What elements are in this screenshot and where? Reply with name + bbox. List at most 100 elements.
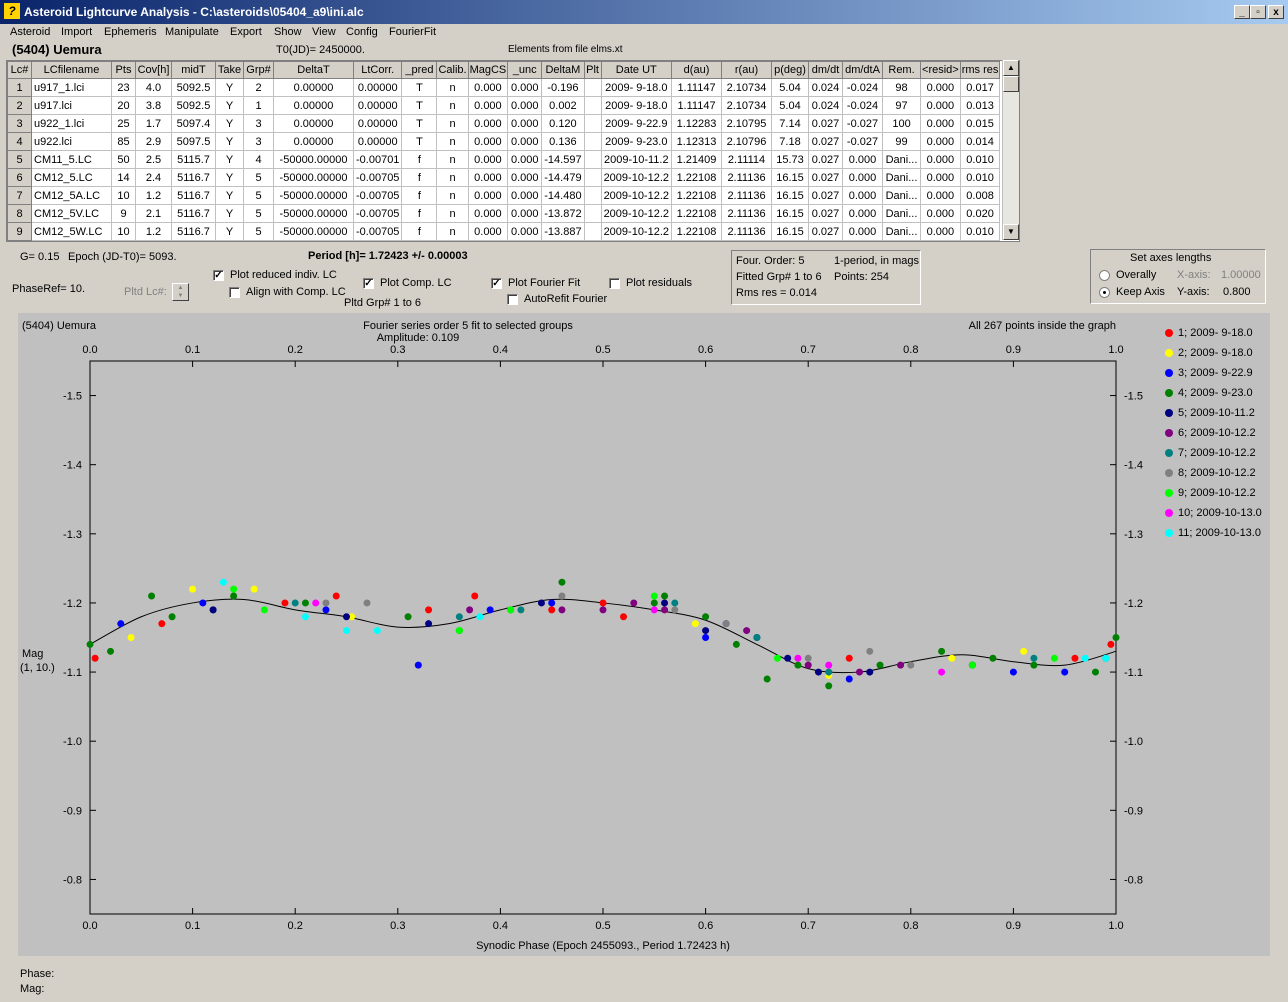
table-cell[interactable]: 0.000 — [467, 222, 509, 241]
table-cell[interactable]: 0.014 — [959, 132, 1001, 151]
table-cell[interactable]: 1.2 — [135, 186, 172, 205]
table-cell[interactable]: 0.000 — [920, 186, 961, 205]
menu-ephemeris[interactable]: Ephemeris — [104, 26, 157, 38]
table-cell[interactable]: 1.22108 — [671, 168, 723, 187]
table-cell[interactable]: 0.00000 — [352, 78, 403, 97]
table-row[interactable]: 9 CM12_5W.LC 10 1.2 5116.7 Y 5 -50000.00000 -0.0… — [7, 222, 1001, 241]
table-cell[interactable]: CM12_5V.LC — [31, 204, 112, 223]
table-cell[interactable]: 2 — [243, 78, 274, 97]
menu-manipulate[interactable]: Manipulate — [165, 26, 219, 38]
table-cell[interactable]: 0.000 — [920, 114, 961, 133]
table-cell[interactable]: 2.1 — [135, 204, 172, 223]
row-number[interactable]: 6 — [7, 168, 32, 187]
table-cell[interactable]: 0.000 — [920, 150, 961, 169]
table-cell[interactable]: n — [436, 78, 469, 97]
table-cell[interactable]: 4 — [243, 150, 274, 169]
table-cell[interactable]: 1.22108 — [671, 222, 723, 241]
table-cell[interactable]: 0.000 — [507, 132, 543, 151]
table-cell[interactable]: 5 — [243, 168, 274, 187]
table-cell[interactable]: Y — [215, 96, 244, 115]
plot-comp-checkbox[interactable]: ✓ — [363, 278, 374, 289]
plot-reduced-checkbox[interactable]: ✓ — [213, 270, 224, 281]
row-number[interactable]: 9 — [7, 222, 32, 241]
table-cell[interactable]: 0.000 — [842, 150, 884, 169]
row-number[interactable]: 3 — [7, 114, 32, 133]
column-header[interactable]: rms res — [959, 61, 1001, 79]
table-cell[interactable]: 10 — [111, 186, 136, 205]
table-cell[interactable]: n — [436, 186, 469, 205]
table-cell[interactable]: Y — [215, 186, 244, 205]
table-cell[interactable]: Dani... — [882, 204, 922, 223]
table-cell[interactable]: Y — [215, 168, 244, 187]
table-cell[interactable]: -13.872 — [541, 204, 585, 223]
table-cell[interactable]: 0.027 — [808, 168, 844, 187]
table-cell[interactable]: n — [436, 132, 469, 151]
minimize-button[interactable]: _ — [1234, 5, 1250, 19]
period-value[interactable]: Period [h]= 1.72423 +/- 0.00003 — [308, 250, 468, 262]
table-cell[interactable]: 5116.7 — [171, 204, 216, 223]
table-cell[interactable]: -0.196 — [541, 78, 585, 97]
overally-radio[interactable] — [1099, 270, 1110, 281]
table-cell[interactable]: 3.8 — [135, 96, 172, 115]
table-cell[interactable]: 0.000 — [842, 168, 884, 187]
table-cell[interactable]: 0.00000 — [273, 78, 354, 97]
table-cell[interactable]: -50000.00000 — [273, 222, 354, 241]
table-cell[interactable]: Y — [215, 114, 244, 133]
table-cell[interactable]: -0.024 — [842, 78, 884, 97]
table-cell[interactable]: 5097.4 — [171, 114, 216, 133]
table-cell[interactable]: 2.11136 — [721, 222, 773, 241]
table-cell[interactable]: n — [436, 222, 469, 241]
table-cell[interactable]: 0.000 — [920, 96, 961, 115]
table-cell[interactable]: 0.000 — [507, 114, 543, 133]
table-cell[interactable]: 2.11136 — [721, 204, 773, 223]
column-header[interactable]: Lc# — [7, 61, 32, 79]
table-cell[interactable]: 20 — [111, 96, 136, 115]
table-cell[interactable]: 0.000 — [507, 168, 543, 187]
table-cell[interactable]: 0.000 — [467, 150, 509, 169]
table-cell[interactable]: 0.000 — [920, 204, 961, 223]
table-cell[interactable]: 7.18 — [771, 132, 810, 151]
column-header[interactable]: LtCorr. — [352, 61, 403, 79]
table-scrollbar[interactable]: ▲ ▼ — [1002, 60, 1019, 240]
table-cell[interactable]: 0.000 — [507, 78, 543, 97]
table-cell[interactable]: 2009- 9-22.9 — [600, 114, 673, 133]
autorefit-checkbox[interactable] — [507, 294, 518, 305]
table-cell[interactable]: -50000.00000 — [273, 204, 354, 223]
table-cell[interactable] — [583, 168, 602, 187]
table-cell[interactable]: 50 — [111, 150, 136, 169]
column-header[interactable]: Cov[h] — [135, 61, 172, 79]
column-header[interactable]: LCfilename — [31, 61, 112, 79]
close-button[interactable]: x — [1268, 5, 1284, 19]
table-cell[interactable]: 1.11147 — [671, 96, 723, 115]
table-cell[interactable]: 16.15 — [771, 222, 810, 241]
menu-show[interactable]: Show — [274, 26, 302, 38]
table-cell[interactable]: T — [401, 114, 438, 133]
table-cell[interactable]: 5 — [243, 186, 274, 205]
table-cell[interactable]: CM12_5.LC — [31, 168, 112, 187]
table-cell[interactable]: 5115.7 — [171, 150, 216, 169]
table-cell[interactable]: 0.000 — [842, 222, 884, 241]
table-cell[interactable]: -0.027 — [842, 132, 884, 151]
table-cell[interactable]: -0.00705 — [352, 204, 403, 223]
menu-view[interactable]: View — [312, 26, 336, 38]
table-cell[interactable]: 2009- 9-18.0 — [600, 96, 673, 115]
table-cell[interactable]: 5116.7 — [171, 168, 216, 187]
table-cell[interactable]: CM11_5.LC — [31, 150, 112, 169]
table-cell[interactable]: 5.04 — [771, 96, 810, 115]
table-cell[interactable]: 0.010 — [959, 150, 1001, 169]
column-header[interactable]: Pts — [111, 61, 136, 79]
table-cell[interactable]: Dani... — [882, 150, 922, 169]
table-cell[interactable] — [583, 186, 602, 205]
table-cell[interactable]: 0.00000 — [352, 96, 403, 115]
plot-residuals-checkbox[interactable] — [609, 278, 620, 289]
table-cell[interactable]: 2.10796 — [721, 132, 773, 151]
phaseref-value[interactable]: PhaseRef= 10. — [12, 283, 85, 295]
row-number[interactable]: 1 — [7, 78, 32, 97]
table-cell[interactable]: 1.2 — [135, 222, 172, 241]
table-cell[interactable]: -14.479 — [541, 168, 585, 187]
table-cell[interactable]: 2.10734 — [721, 96, 773, 115]
table-cell[interactable]: f — [401, 168, 438, 187]
column-header[interactable]: Calib. — [436, 61, 469, 79]
align-comp-checkbox[interactable] — [229, 287, 240, 298]
table-cell[interactable] — [583, 222, 602, 241]
